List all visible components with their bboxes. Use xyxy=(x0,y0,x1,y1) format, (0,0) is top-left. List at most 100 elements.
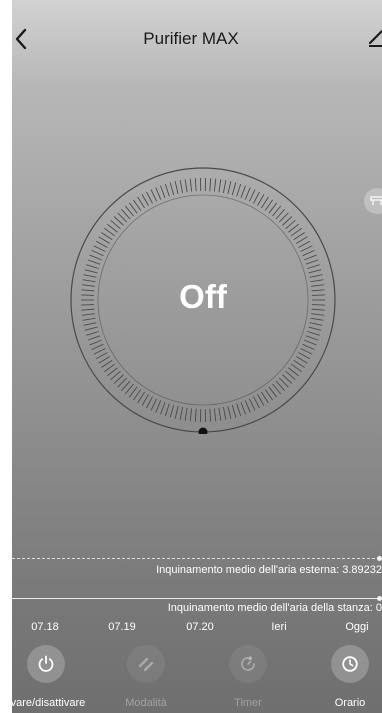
date-label: Oggi xyxy=(345,621,369,633)
dial-tick xyxy=(240,185,246,198)
dial-tick xyxy=(305,259,319,265)
dial-tick xyxy=(209,178,212,192)
filter-icon xyxy=(370,196,382,205)
dial-tick xyxy=(146,191,153,204)
dial-tick xyxy=(82,317,96,321)
dial-tick xyxy=(257,394,265,406)
dial-tick xyxy=(101,232,113,241)
dial-tick xyxy=(146,396,153,409)
dial-tick xyxy=(91,343,104,351)
dial-tick xyxy=(309,274,323,278)
dial-tick xyxy=(93,348,106,355)
dial-tick xyxy=(137,196,145,209)
mode-icon xyxy=(138,657,154,672)
dial-tick xyxy=(222,406,227,420)
dial-tick xyxy=(298,240,311,248)
filter-button[interactable] xyxy=(364,188,382,214)
dial-tick xyxy=(104,227,116,237)
dial-tick xyxy=(236,403,242,417)
dial-tick xyxy=(209,408,212,422)
dial-tick xyxy=(84,326,98,331)
dial-tick xyxy=(174,181,179,194)
dial-tick xyxy=(104,363,116,373)
dial-tick xyxy=(150,398,157,411)
dial-tick xyxy=(227,406,232,419)
dial-tick xyxy=(160,185,166,198)
dial-tick xyxy=(253,191,260,204)
indoor-pollution-line xyxy=(12,598,380,599)
dial-tick xyxy=(189,408,193,422)
outdoor-pollution-text: Inquinamento medio dell'aria esterna: 3.… xyxy=(156,564,382,576)
dial-tick xyxy=(86,331,99,336)
power-button-circle[interactable] xyxy=(27,645,65,683)
dial-tick xyxy=(305,335,319,341)
dial-tick xyxy=(240,402,246,415)
dial-tick xyxy=(213,408,217,422)
dial-tick xyxy=(93,245,106,252)
dial-tick xyxy=(304,254,317,261)
dial-tick xyxy=(261,391,269,404)
dial-tick xyxy=(253,396,260,409)
dial-tick xyxy=(194,178,197,192)
mode-button-circle[interactable] xyxy=(127,645,165,683)
dial-tick xyxy=(218,179,222,193)
dial-tick xyxy=(184,179,188,193)
schedule-button-circle[interactable] xyxy=(331,645,369,683)
speed-dial[interactable]: Off xyxy=(69,166,337,434)
dial-tick xyxy=(295,236,308,244)
dial-tick xyxy=(236,183,242,197)
timer-button-label: Timer xyxy=(234,697,262,709)
dial-tick xyxy=(98,356,111,364)
mode-button-label: Modalità xyxy=(125,697,167,709)
action-bar: Attivare/disattivare Modalità Timer xyxy=(12,645,382,713)
dial-tick xyxy=(89,339,102,346)
dial-tick xyxy=(231,404,237,418)
dial-tick xyxy=(309,322,323,326)
outdoor-line-dot xyxy=(377,556,382,561)
dial-tick xyxy=(213,178,217,192)
dial-tick xyxy=(249,398,256,411)
dial-tick xyxy=(141,394,149,406)
dial-tick xyxy=(164,403,170,417)
dial-status: Off xyxy=(179,278,227,315)
dial-tick xyxy=(222,180,227,194)
dial-tick xyxy=(227,181,232,194)
indoor-line-dot xyxy=(377,596,382,601)
dial-tick xyxy=(179,180,184,194)
date-label: 07.19 xyxy=(108,621,136,633)
dial-tick xyxy=(264,389,273,401)
mode-button[interactable]: Modalità xyxy=(106,645,186,709)
schedule-button[interactable]: Orario xyxy=(310,645,382,709)
timer-icon xyxy=(241,655,255,671)
dial-tick xyxy=(302,249,315,257)
dial-tick xyxy=(189,178,193,192)
dial-tick xyxy=(261,196,269,209)
dial-tick xyxy=(308,326,322,331)
dial-tick xyxy=(244,187,251,200)
date-axis: 07.18 07.19 07.20 Ieri Oggi xyxy=(12,621,382,637)
timer-button[interactable]: Timer xyxy=(208,645,288,709)
dial-tick xyxy=(89,254,102,261)
timer-button-circle[interactable] xyxy=(229,645,267,683)
dial-tick xyxy=(231,182,237,196)
dial-tick xyxy=(141,194,149,206)
indoor-pollution-text: Inquinamento medio dell'aria della stanz… xyxy=(167,602,382,614)
dial-tick xyxy=(155,400,162,413)
dial-tick xyxy=(302,343,315,351)
dial-tick xyxy=(91,249,104,257)
dial-tick xyxy=(83,322,97,326)
dial-tick xyxy=(298,352,311,360)
dial-tick xyxy=(300,245,313,252)
power-button[interactable]: Attivare/disattivare xyxy=(12,645,101,709)
dial-tick xyxy=(137,391,145,404)
dial-level-indicator[interactable] xyxy=(198,427,208,435)
edit-button[interactable] xyxy=(368,26,382,52)
dial-tick xyxy=(169,404,175,418)
dial-tick xyxy=(308,269,322,274)
dial-tick xyxy=(179,406,184,420)
dial-tick xyxy=(264,199,273,211)
dial-tick xyxy=(300,348,313,355)
dial-tick xyxy=(95,240,108,248)
dial-tick xyxy=(293,359,305,368)
dial-tick xyxy=(194,408,197,422)
